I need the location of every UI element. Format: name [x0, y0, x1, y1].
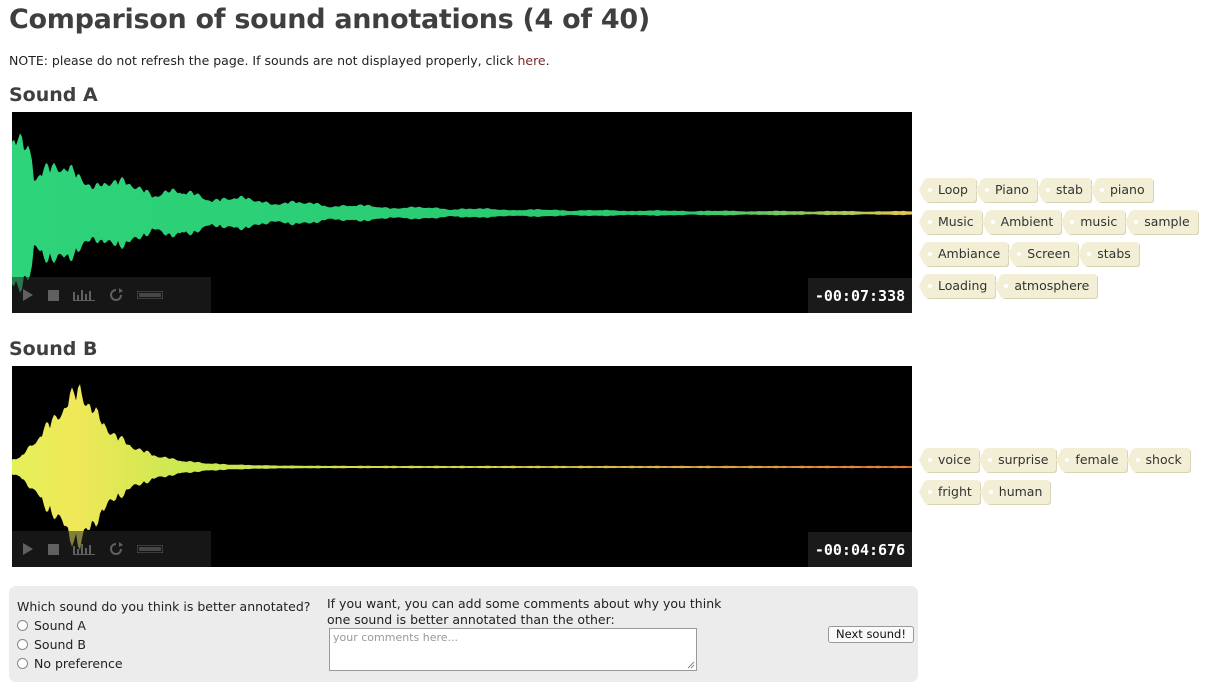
preference-options: Sound A Sound B No preference	[17, 616, 123, 673]
tag[interactable]: Ambiance	[918, 242, 1009, 266]
refresh-note: NOTE: please do not refresh the page. If…	[9, 53, 550, 68]
tag[interactable]: stabs	[1078, 242, 1139, 266]
tag[interactable]: Music	[919, 210, 982, 234]
tag[interactable]: shock	[1126, 448, 1190, 472]
tag[interactable]: sample	[1125, 210, 1198, 234]
tag[interactable]: Ambient	[981, 210, 1062, 234]
play-icon[interactable]	[22, 543, 34, 555]
option-label: No preference	[34, 656, 123, 671]
radio-sound-a[interactable]	[17, 620, 28, 631]
option-sound-b[interactable]: Sound B	[17, 635, 123, 654]
radio-sound-b[interactable]	[17, 639, 28, 650]
sound-a-tags: Loop Piano stab piano Music Ambient music sampl…	[918, 178, 1209, 298]
comment-placeholder: your comments here...	[333, 631, 458, 644]
resize-handle-icon[interactable]	[687, 661, 695, 669]
next-sound-button[interactable]: Next sound!	[828, 626, 914, 643]
note-end: .	[545, 53, 550, 68]
page-title: Comparison of sound annotations (4 of 40…	[9, 4, 650, 35]
tag[interactable]: voice	[918, 448, 980, 472]
comment-label: If you want, you can add some comments a…	[327, 596, 722, 627]
rating-panel: Which sound do you think is better annot…	[9, 586, 918, 682]
spectrum-icon[interactable]	[73, 543, 95, 555]
tag[interactable]: Screen	[1008, 242, 1079, 266]
tag[interactable]: Loop	[919, 178, 976, 202]
stop-icon[interactable]	[48, 289, 59, 301]
sound-b-controls	[12, 531, 211, 567]
loop-icon[interactable]	[109, 542, 123, 556]
loop-icon[interactable]	[109, 288, 123, 302]
sound-a-wave-shape	[12, 133, 912, 293]
sound-a-player[interactable]: -00:07:338	[12, 112, 912, 313]
volume-icon[interactable]	[137, 291, 163, 299]
sound-b-heading: Sound B	[9, 338, 98, 360]
radio-no-preference[interactable]	[17, 658, 28, 669]
play-icon[interactable]	[22, 289, 34, 301]
tag[interactable]: music	[1061, 210, 1126, 234]
sound-b-wave-shape	[12, 384, 912, 550]
tag[interactable]: Loading	[918, 274, 996, 298]
reload-link[interactable]: here	[517, 53, 545, 68]
sound-a-time-remaining: -00:07:338	[808, 278, 912, 313]
sound-b-player[interactable]: -00:04:676	[12, 366, 912, 567]
sound-a-heading: Sound A	[9, 84, 98, 106]
preference-question: Which sound do you think is better annot…	[17, 599, 311, 614]
tag[interactable]: Piano	[975, 178, 1037, 202]
tag[interactable]: stab	[1036, 178, 1091, 202]
volume-icon[interactable]	[137, 545, 163, 553]
tag[interactable]: female	[1056, 448, 1127, 472]
tag[interactable]: surprise	[979, 448, 1057, 472]
stop-icon[interactable]	[48, 543, 59, 555]
comment-textarea[interactable]: your comments here...	[329, 628, 697, 671]
tag[interactable]: human	[979, 480, 1051, 504]
option-sound-a[interactable]: Sound A	[17, 616, 123, 635]
spectrum-icon[interactable]	[73, 289, 95, 301]
option-label: Sound A	[34, 618, 86, 633]
tag[interactable]: atmosphere	[995, 274, 1098, 298]
sound-a-controls	[12, 277, 211, 313]
option-label: Sound B	[34, 637, 86, 652]
sound-b-tags: voice surprise female shock fright human	[918, 448, 1209, 504]
sound-b-time-remaining: -00:04:676	[808, 532, 912, 567]
note-text: NOTE: please do not refresh the page. If…	[9, 53, 518, 68]
option-no-preference[interactable]: No preference	[17, 654, 123, 673]
tag[interactable]: fright	[919, 480, 980, 504]
tag[interactable]: piano	[1091, 178, 1153, 202]
